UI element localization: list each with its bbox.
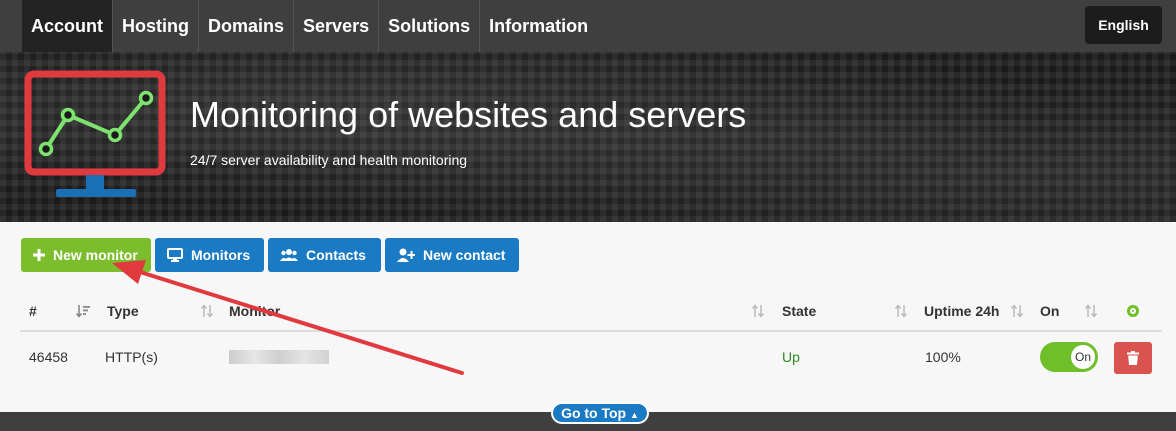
col-monitor-header[interactable]: Monitor [229, 292, 280, 330]
sort-desc-icon[interactable] [76, 304, 90, 318]
nav-domains[interactable]: Domains [198, 0, 293, 52]
go-to-top-button[interactable]: Go to Top ▲ [551, 402, 649, 424]
col-on-header[interactable]: On [1040, 292, 1059, 330]
row-monitor-name[interactable] [229, 332, 329, 382]
sort-icon[interactable] [1084, 304, 1098, 318]
sort-icon[interactable] [200, 304, 214, 318]
caret-up-icon: ▲ [630, 410, 639, 420]
trash-icon [1127, 351, 1139, 365]
row-id: 46458 [29, 349, 68, 365]
status-dot-icon [1127, 305, 1139, 317]
sort-icon[interactable] [751, 304, 765, 318]
language-button[interactable]: English [1085, 6, 1162, 44]
users-icon [280, 249, 298, 261]
user-plus-icon [397, 248, 415, 262]
col-uptime-header[interactable]: Uptime 24h [924, 292, 999, 330]
monitor-chart-icon [24, 70, 166, 197]
nav-solutions[interactable]: Solutions [378, 0, 479, 52]
new-contact-button[interactable]: New contact [385, 238, 519, 272]
nav-information[interactable]: Information [479, 0, 597, 52]
table-header: # Type Monitor State Uptime 24h On [20, 292, 1162, 332]
col-num-header[interactable]: # [29, 292, 37, 330]
nav-account[interactable]: Account [22, 0, 112, 52]
go-to-top-label: Go to Top [561, 405, 627, 421]
contacts-label: Contacts [306, 247, 366, 263]
page-title: Monitoring of websites and servers [190, 94, 747, 135]
top-navigation: Account Hosting Domains Servers Solution… [0, 0, 1176, 52]
new-monitor-label: New monitor [53, 247, 138, 263]
contacts-button[interactable]: Contacts [268, 238, 381, 272]
table-row: 46458 HTTP(s) Up 100% [20, 332, 1162, 382]
nav-hosting[interactable]: Hosting [112, 0, 198, 52]
nav-servers[interactable]: Servers [293, 0, 378, 52]
monitor-table: # Type Monitor State Uptime 24h On 46458… [20, 292, 1162, 382]
hero-banner: Monitoring of websites and servers 24/7 … [0, 52, 1176, 222]
main-menu: Account Hosting Domains Servers Solution… [22, 0, 597, 52]
monitors-button[interactable]: Monitors [155, 238, 264, 272]
delete-monitor-button[interactable] [1114, 342, 1152, 374]
row-state: Up [782, 349, 800, 365]
row-type: HTTP(s) [105, 349, 158, 365]
monitor-on-toggle[interactable]: On [1040, 342, 1098, 372]
monitors-label: Monitors [191, 247, 251, 263]
sort-icon[interactable] [1010, 304, 1024, 318]
new-contact-label: New contact [423, 247, 506, 263]
plus-icon [33, 249, 45, 261]
col-type-header[interactable]: Type [107, 292, 139, 330]
desktop-icon [167, 248, 183, 262]
action-bar: New monitor Monitors Contacts New contac… [21, 238, 519, 272]
new-monitor-button[interactable]: New monitor [21, 238, 151, 272]
sort-icon[interactable] [894, 304, 908, 318]
toggle-knob: On [1071, 345, 1095, 369]
row-uptime: 100% [925, 349, 961, 365]
col-state-header[interactable]: State [782, 292, 816, 330]
redacted-url [229, 350, 329, 364]
page-subtitle: 24/7 server availability and health moni… [190, 152, 468, 168]
